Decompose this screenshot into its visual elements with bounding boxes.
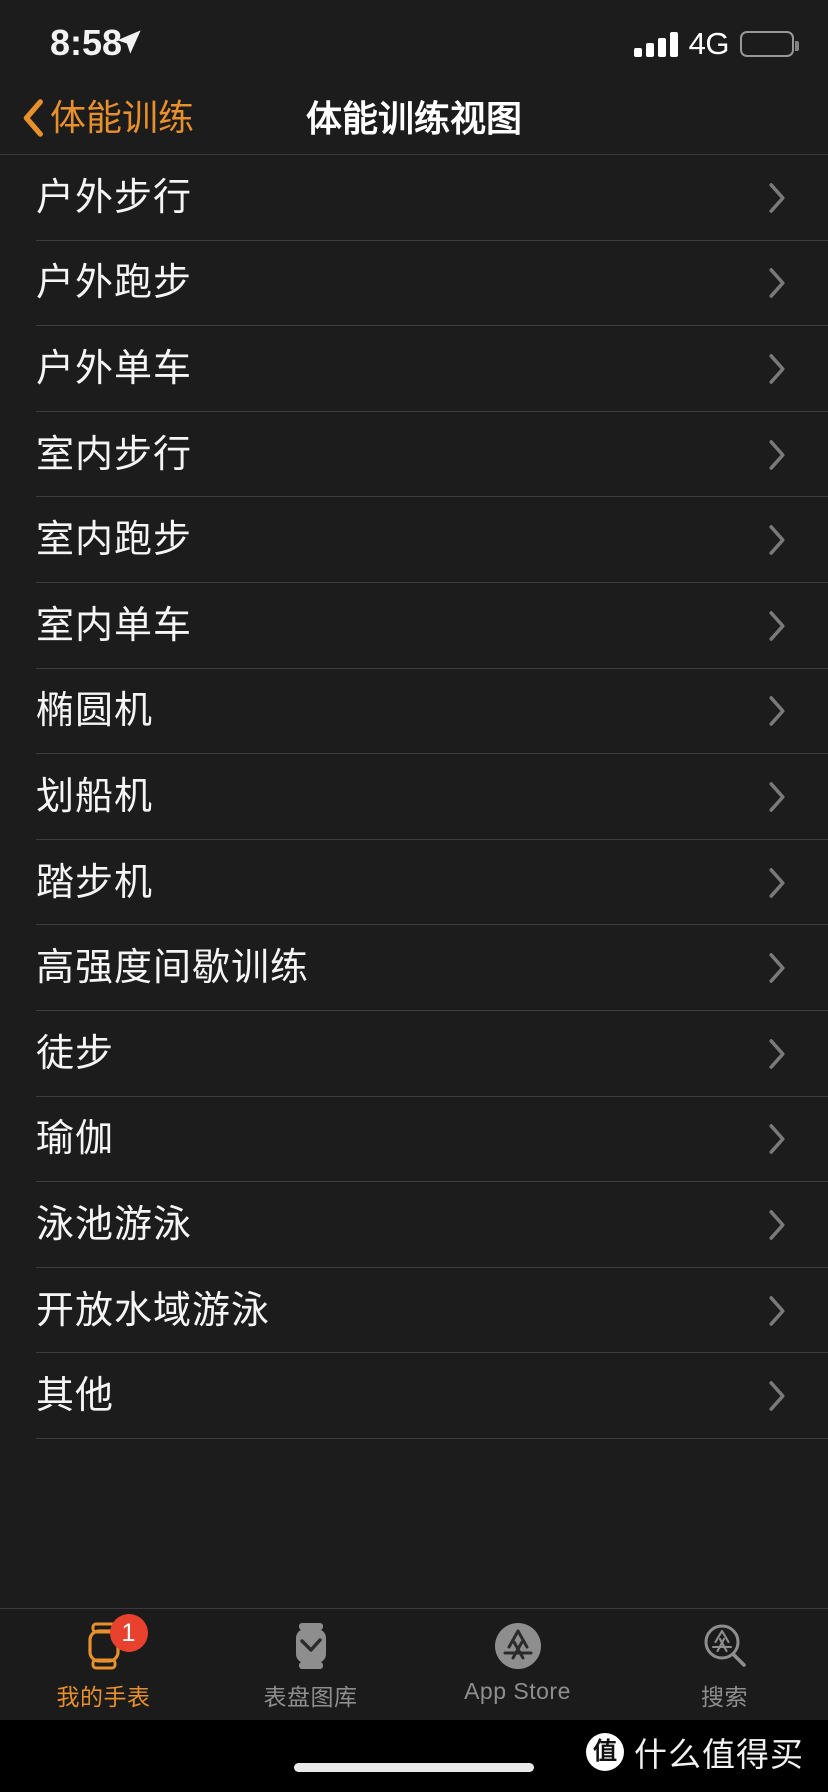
tab-label-app-store: App Store [464,1678,571,1704]
list-item-label: 瑜伽 [36,1118,115,1161]
chevron-right-icon [769,782,785,812]
home-indicator-area: 值 什么值得买 [0,1720,828,1792]
chevron-right-icon [769,439,785,470]
tab-badge: 1 [109,1614,148,1652]
list-item-label: 户外单车 [36,347,193,390]
list-item-label: 其他 [36,1375,115,1418]
smzdm-logo-icon: 值 [586,1733,624,1771]
chevron-right-icon [769,1381,785,1411]
list-item[interactable]: 室内跑步 [0,497,828,583]
list-item-separator [36,1437,828,1439]
list-item-label: 徒步 [36,1032,115,1075]
list-item-label: 泳池游泳 [36,1203,193,1246]
list-item[interactable]: 开放水域游泳 [0,1268,828,1354]
tab-search[interactable]: 搜索 [621,1608,828,1720]
cellular-signal-icon [633,31,678,57]
list-item-label: 室内步行 [36,433,193,476]
list-item-label: 户外跑步 [36,262,193,305]
list-item[interactable]: 户外步行 [0,155,828,241]
tab-label-my-watch: 我的手表 [56,1684,151,1710]
list-item[interactable]: 室内单车 [0,583,828,669]
navigation-bar: 体能训练 体能训练视图 [0,82,828,154]
list-item[interactable]: 室内步行 [0,412,828,498]
battery-icon [740,31,799,57]
watermark: 值 什么值得买 [586,1728,804,1776]
list-item-label: 室内跑步 [36,519,193,562]
phone-screen: 8:58 4G 体能训练 体能训练视图 户外步行户外跑步户外单车室内步行室内跑步… [0,0,828,1792]
chevron-right-icon [769,1038,785,1069]
list-item[interactable]: 徒步 [0,1011,828,1097]
status-bar-indicators: 4G [633,26,799,62]
list-item-label: 开放水域游泳 [36,1289,271,1332]
status-bar: 8:58 4G [0,0,828,82]
list-item[interactable]: 其他 [0,1353,828,1439]
tab-bar: 1 我的手表 表盘图库 App Store 搜索 [0,1608,828,1720]
tab-label-search: 搜索 [701,1684,748,1710]
chevron-right-icon [769,525,785,556]
network-type-label: 4G [688,26,730,61]
chevron-right-icon [769,1124,785,1155]
list-item[interactable]: 户外单车 [0,326,828,412]
status-bar-time: 8:58 [50,22,123,63]
list-item-label: 室内单车 [36,604,193,647]
tab-app-store[interactable]: App Store [414,1608,621,1720]
watermark-text: 什么值得买 [634,1736,804,1773]
list-item-label: 划船机 [36,775,154,818]
page-title: 体能训练视图 [305,98,522,139]
list-item[interactable]: 踏步机 [0,840,828,926]
home-indicator[interactable] [294,1763,534,1772]
chevron-right-icon [769,354,785,384]
chevron-right-icon [769,610,785,641]
list-item[interactable]: 椭圆机 [0,669,828,755]
app-store-search-icon [699,1618,751,1674]
list-item-label: 椭圆机 [36,690,154,733]
tab-face-gallery[interactable]: 表盘图库 [207,1608,414,1720]
apple-watch-icon: 1 [78,1614,148,1674]
app-store-icon [492,1618,544,1674]
list-item-label: 户外步行 [36,176,193,219]
list-item[interactable]: 瑜伽 [0,1097,828,1183]
chevron-right-icon [769,182,785,213]
list-item-label: 踏步机 [36,861,154,904]
chevron-right-icon [769,953,785,983]
chevron-right-icon [769,696,785,727]
chevron-right-icon [769,867,785,898]
list-item[interactable]: 高强度间歇训练 [0,925,828,1011]
location-arrow-icon [117,30,141,54]
list-item[interactable]: 泳池游泳 [0,1182,828,1268]
watch-face-gallery-icon [285,1618,337,1674]
tab-label-face-gallery: 表盘图库 [263,1684,358,1710]
tab-my-watch[interactable]: 1 我的手表 [0,1608,207,1720]
list-item[interactable]: 户外跑步 [0,241,828,327]
workout-type-list[interactable]: 户外步行户外跑步户外单车室内步行室内跑步室内单车椭圆机划船机踏步机高强度间歇训练… [0,155,828,1660]
list-item-label: 高强度间歇训练 [36,947,310,990]
chevron-right-icon [769,268,785,299]
chevron-right-icon [769,1295,785,1326]
list-item[interactable]: 划船机 [0,754,828,840]
chevron-right-icon [769,1210,785,1240]
